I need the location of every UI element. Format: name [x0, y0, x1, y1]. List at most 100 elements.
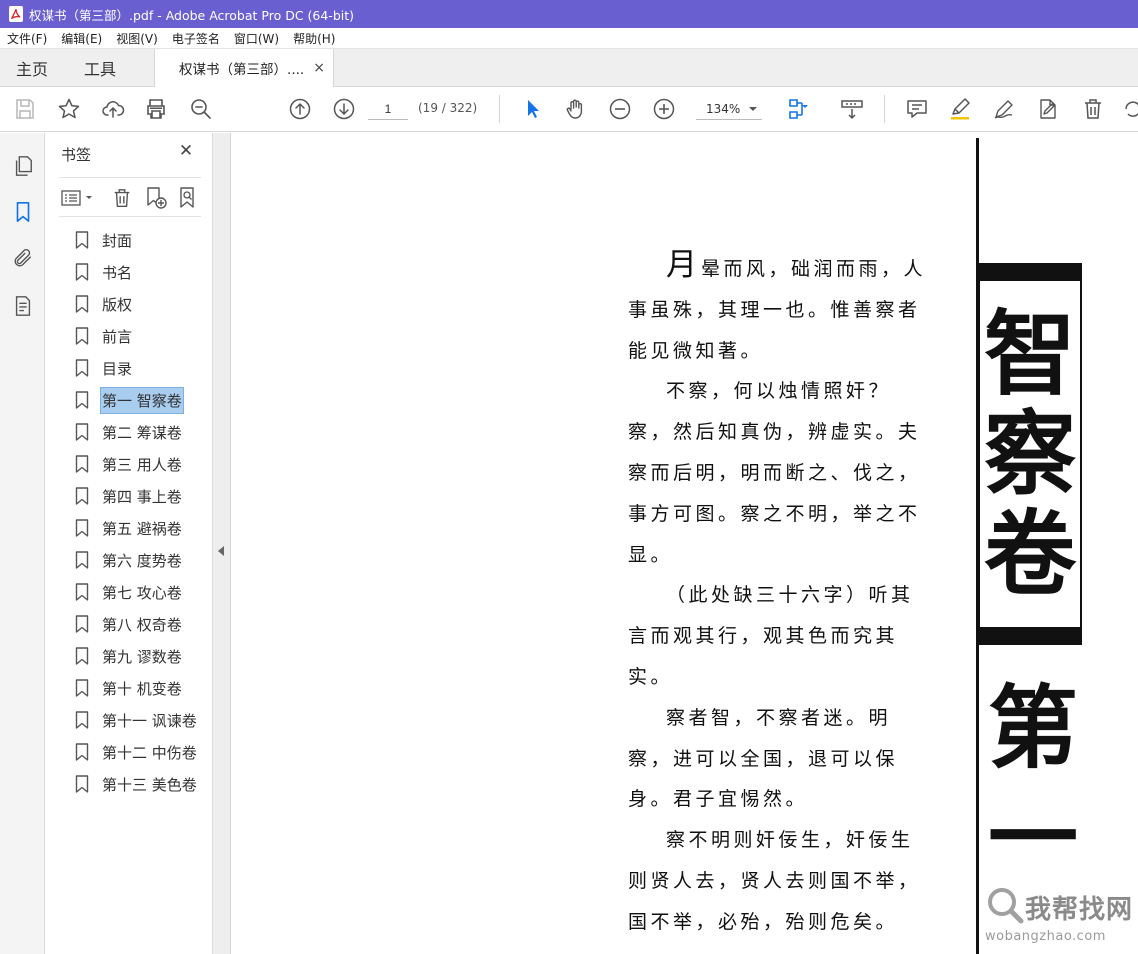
bookmark-item[interactable]: 第四 事上卷	[75, 480, 198, 512]
bookmark-item[interactable]: 第十 机变卷	[75, 672, 198, 704]
highlight-button[interactable]	[946, 95, 974, 123]
document-viewport[interactable]: 月晕而风，础润而雨，人事虽殊，其理一也。惟善察者能见微知著。 不察，何以烛情照奸…	[231, 133, 1138, 954]
next-page-button[interactable]	[330, 95, 358, 123]
page-count: (19 / 322)	[418, 101, 478, 115]
star-button[interactable]	[55, 95, 83, 123]
bookmark-icon	[75, 615, 91, 633]
bookmark-label: 书名	[102, 263, 133, 282]
find-bookmark-button[interactable]	[175, 185, 201, 211]
tab-tools[interactable]: 工具	[64, 49, 132, 86]
bookmark-item[interactable]: 目录	[75, 352, 198, 384]
menu-edit[interactable]: 编辑(E)	[54, 30, 109, 47]
bookmark-icon	[75, 583, 91, 601]
bookmark-item[interactable]: 第十二 中伤卷	[75, 736, 198, 768]
bookmark-icon	[75, 423, 91, 441]
menu-window[interactable]: 窗口(W)	[227, 30, 286, 47]
bookmark-icon	[75, 487, 91, 505]
bookmark-label: 第一 智察卷	[100, 386, 184, 414]
bookmarks-panel-button[interactable]	[10, 199, 36, 225]
chapter-number-char: 一	[988, 785, 1078, 891]
magnifier-logo-icon	[988, 888, 1024, 924]
paragraph-1: 月晕而风，础润而雨，人事虽殊，其理一也。惟善察者能见微知著。	[628, 245, 928, 371]
bookmark-icon	[75, 519, 91, 537]
bookmark-icon	[75, 391, 91, 409]
bookmark-item[interactable]: 第十一 讽谏卷	[75, 704, 198, 736]
bookmark-item[interactable]: 第二 筹谋卷	[75, 416, 198, 448]
delete-button[interactable]	[1079, 95, 1107, 123]
chapter-number: 第 一	[985, 673, 1081, 893]
new-bookmark-button[interactable]	[143, 185, 169, 211]
more-tools-button[interactable]	[1120, 95, 1138, 123]
page-number-input[interactable]	[368, 98, 408, 120]
comment-button[interactable]	[903, 95, 931, 123]
chevron-down-icon	[749, 106, 757, 111]
main-toolbar: (19 / 322) 134%	[0, 87, 1138, 132]
upload-button[interactable]	[99, 95, 127, 123]
bookmark-item[interactable]: 第七 攻心卷	[75, 576, 198, 608]
draw-button[interactable]	[990, 95, 1018, 123]
scroll-mode-button[interactable]	[838, 95, 866, 123]
paragraph-4: 察者智，不察者迷。明察，进可以全国，退可以保身。君子宜惕然。	[628, 706, 899, 811]
menu-view[interactable]: 视图(V)	[109, 30, 165, 47]
previous-page-button[interactable]	[286, 95, 314, 123]
bookmark-item[interactable]: 书名	[75, 256, 198, 288]
hand-tool-button[interactable]	[562, 95, 590, 123]
bookmark-item[interactable]: 第十三 美色卷	[75, 768, 198, 800]
page-display-button[interactable]	[784, 95, 812, 123]
bookmark-item[interactable]: 封面	[75, 224, 198, 256]
chapter-title-char: 卷	[983, 500, 1076, 608]
bookmark-label: 封面	[102, 231, 133, 250]
zoom-value: 134%	[706, 101, 741, 116]
select-tool-button[interactable]	[518, 95, 546, 123]
close-tab-icon[interactable]: ×	[313, 60, 325, 76]
bookmark-item[interactable]: 第九 谬数卷	[75, 640, 198, 672]
trash-icon	[114, 189, 130, 207]
bookmark-item[interactable]: 版权	[75, 288, 198, 320]
rotate-icon	[1125, 101, 1138, 117]
minus-circle-icon	[609, 98, 631, 120]
delete-bookmark-button[interactable]	[109, 185, 135, 211]
bookmark-label: 第十 机变卷	[102, 679, 182, 698]
bookmark-options-button[interactable]	[59, 185, 97, 211]
menu-file[interactable]: 文件(F)	[0, 30, 54, 47]
edit-text-button[interactable]	[1034, 95, 1062, 123]
zoom-level-select[interactable]: 134%	[696, 98, 762, 120]
save-button[interactable]	[11, 95, 39, 123]
document-properties-button[interactable]	[10, 293, 36, 319]
bookmark-item[interactable]: 第五 避祸卷	[75, 512, 198, 544]
bookmark-list: 封面书名版权前言 目录 第一 智察卷 第二 筹谋卷第三 用人卷第四 事上卷 第五 避祸卷…	[75, 224, 198, 800]
drop-cap: 月	[666, 247, 701, 283]
menu-help[interactable]: 帮助(H)	[286, 30, 342, 47]
find-button[interactable]	[187, 95, 215, 123]
bookmarks-panel: 书签 ✕ 封面 书名 版权 前言 目录 第一 智察卷 第二 筹谋卷 第三 用人卷 第四 事上卷第…	[45, 133, 213, 954]
tab-document[interactable]: 权谋书（第三部）.... ×	[154, 49, 335, 87]
bookmark-label: 第三 用人卷	[102, 455, 182, 474]
page-thumbnails-button[interactable]	[10, 153, 36, 179]
bookmark-item[interactable]: 第一 智察卷	[75, 384, 198, 416]
attachments-button[interactable]	[10, 245, 36, 271]
bookmark-item[interactable]: 第六 度势卷	[75, 544, 198, 576]
plus-circle-icon	[653, 98, 675, 120]
edit-document-icon	[1040, 99, 1056, 119]
bookmark-label: 第九 谬数卷	[102, 647, 182, 666]
close-panel-icon[interactable]: ✕	[175, 140, 197, 162]
panel-collapse-handle[interactable]	[213, 133, 231, 954]
bookmark-toolbar	[59, 177, 201, 217]
bookmark-label: 版权	[102, 295, 133, 314]
chapter-title-char: 智	[983, 300, 1076, 408]
paragraph-3: （此处缺三十六字）听其言而观其行，观其色而究其实。	[628, 584, 914, 688]
menu-esign[interactable]: 电子签名	[165, 30, 227, 47]
zoom-in-button[interactable]	[650, 95, 678, 123]
zoom-out-button[interactable]	[606, 95, 634, 123]
tab-home[interactable]: 主页	[0, 49, 64, 86]
bookmark-item[interactable]: 第三 用人卷	[75, 448, 198, 480]
menu-bar: 文件(F) 编辑(E) 视图(V) 电子签名 窗口(W) 帮助(H)	[0, 28, 1138, 49]
star-icon	[58, 98, 80, 119]
bookmark-icon	[75, 711, 91, 729]
save-icon	[16, 99, 34, 119]
comment-icon	[907, 100, 927, 118]
bookmark-item[interactable]: 前言	[75, 320, 198, 352]
bookmark-label: 第十二 中伤卷	[102, 743, 197, 762]
bookmark-item[interactable]: 第八 权奇卷	[75, 608, 198, 640]
print-button[interactable]	[142, 95, 170, 123]
